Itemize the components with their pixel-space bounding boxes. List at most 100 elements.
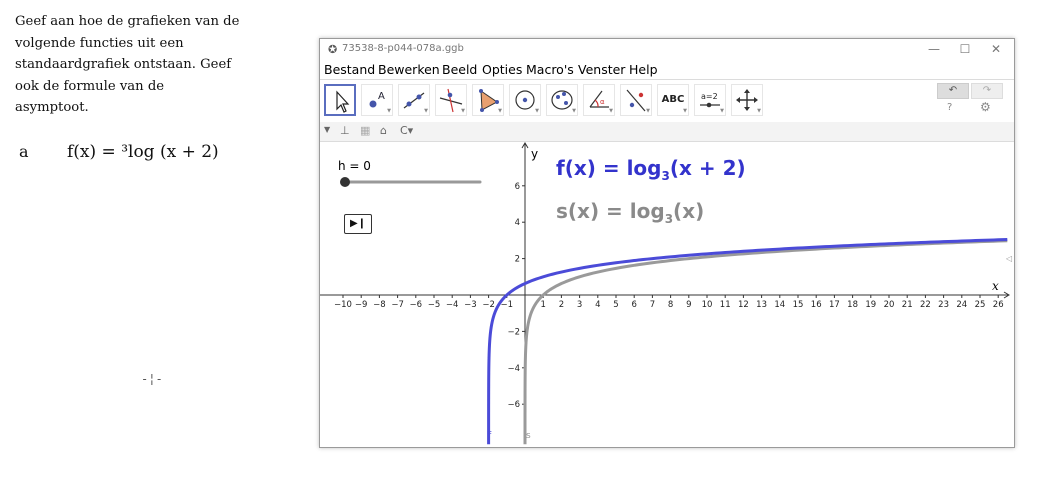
title-bar[interactable]: ✪ 73538-8-p044-078a.ggb — ☐ ✕ [320,39,1014,59]
instruction-line: standaardgrafiek ontstaan. Geef [15,57,232,72]
function-f-argument: (x + 2) [669,156,746,180]
x-tick-label: −10 [334,300,352,310]
function-s-argument: (x) [673,199,705,223]
menu-help[interactable]: Help [629,62,658,77]
menu-bar: Bestand Bewerken Beeld Opties Macro's Ve… [320,59,1014,79]
perpendicular-line-tool-button[interactable]: ▼ [435,84,467,116]
y-tick-label: −4 [507,364,520,374]
stylebar-toggle-icon[interactable]: ▼ [324,125,330,134]
reflect-tool-button[interactable]: ▼ [620,84,652,116]
submenu-arrow-icon: ▼ [609,108,613,114]
graphics-view[interactable]: x y −10 −9 −8 −7 −6 −5 −4 −3 −2 −1 1 2 3 4 5 6 7 8 9 10 11 12 13… [320,142,1014,447]
settings-gear-icon[interactable]: ⚙ [980,100,991,114]
menu-beeld[interactable]: Beeld [442,62,477,77]
undo-button[interactable]: ↶ [937,83,969,99]
submenu-arrow-icon: ▼ [683,108,687,114]
x-tick-label: 12 [738,300,749,310]
angle-tool-button[interactable]: α ▼ [583,84,615,116]
x-tick-label: 20 [884,300,895,310]
x-axis-label: x [992,279,999,293]
menu-macros[interactable]: Macro's [526,62,574,77]
conic-tool-button[interactable]: ▼ [546,84,578,116]
exercise-letter: a [19,142,29,161]
style-bar: ▼ ⊥ ▦ ⌂ C▾ [320,122,1014,142]
x-tick-label: 24 [956,300,967,310]
x-tick-label: 8 [668,300,673,310]
help-icon[interactable]: ? [947,102,952,113]
grid-toggle-icon[interactable]: ▦ [360,124,370,137]
menu-opties[interactable]: Opties [482,62,522,77]
x-tick-label: 10 [702,300,713,310]
x-tick-label: 3 [577,300,582,310]
text-tool-button[interactable]: ABC ▼ [657,84,689,116]
menu-venster[interactable]: Venster [578,62,625,77]
y-axis-label: y [531,147,538,161]
window-title: 73538-8-p044-078a.ggb [342,43,464,54]
x-tick-label: 17 [829,300,840,310]
function-f-base: 3 [661,169,670,183]
point-capture-icon[interactable]: C▾ [400,124,413,137]
close-button[interactable]: ✕ [982,40,1010,58]
axes-toggle-icon[interactable]: ⊥ [340,124,350,137]
x-tick-label: −4 [446,300,459,310]
x-tick-label: −8 [373,300,386,310]
maximize-button[interactable]: ☐ [951,40,979,58]
x-tick-label: 11 [720,300,731,310]
y-tick-label: −2 [507,327,520,337]
exercise-formula: f(x) = ³log (x + 2) [67,142,219,162]
geogebra-app-icon: ✪ [328,43,338,56]
collapse-panel-arrow-icon[interactable]: ◁ [1006,254,1012,263]
instruction-line: Geef aan hoe de grafieken van de [15,14,240,29]
x-tick-label: 6 [631,300,636,310]
text-tool-label: ABC [661,94,685,105]
curve-s [523,239,1008,445]
svg-text:a=2: a=2 [701,92,718,101]
y-tick-label: −6 [507,400,520,410]
x-tick-label: 13 [756,300,767,310]
x-tick-label: 14 [774,300,785,310]
function-s-base: 3 [664,212,674,226]
play-pause-button[interactable]: ▶❙ [344,214,372,234]
move-graphics-view-tool-button[interactable]: ▼ [731,84,763,116]
curve-s-tag: s [526,431,531,441]
minimize-button[interactable]: — [920,40,948,58]
redo-button[interactable]: ↷ [971,83,1003,99]
x-tick-label: −2 [482,300,495,310]
instruction-line: asymptoot. [15,100,89,115]
graph-canvas[interactable]: xy−10 −9 −8 −7 −6 −5 −4 −3 −2 −1 1 2 3 4 5 6 7 8 9 10 11 12 13… [320,142,1014,447]
slider-knob[interactable] [340,177,350,187]
text-cursor-icon: -¦- [141,372,163,386]
submenu-arrow-icon: ▼ [498,108,502,114]
polygon-tool-button[interactable]: ▼ [472,84,504,116]
x-tick-label: 7 [650,300,655,310]
x-tick-label: 19 [865,300,876,310]
home-icon[interactable]: ⌂ [380,124,387,137]
x-tick-label: 22 [920,300,931,310]
x-tick-label: 9 [686,300,691,310]
geogebra-window: ✪ 73538-8-p044-078a.ggb — ☐ ✕ Bestand Be… [319,38,1015,448]
point-tool-button[interactable]: A ▼ [361,84,393,116]
slider-tool-button[interactable]: a=2 ▼ [694,84,726,116]
menu-bewerken[interactable]: Bewerken [378,62,440,77]
line-tool-button[interactable]: ▼ [398,84,430,116]
function-f-prefix: f(x) = log [556,156,662,180]
x-tick-label: 4 [595,300,600,310]
instruction-text: Geef aan hoe de grafieken van de volgend… [15,11,255,119]
curve-f-tag: f [488,431,492,441]
function-f-label: f(x) = log3(x + 2) [556,156,746,183]
menu-bestand[interactable]: Bestand [324,62,375,77]
function-s-prefix: s(x) = log [556,199,665,223]
x-tick-label: −6 [410,300,423,310]
submenu-arrow-icon: ▼ [646,108,650,114]
submenu-arrow-icon: ▼ [572,108,576,114]
circle-tool-button[interactable]: ▼ [509,84,541,116]
move-tool-button[interactable] [324,84,356,116]
submenu-arrow-icon: ▼ [461,108,465,114]
instruction-line: volgende functies uit een [15,35,184,51]
slider-label-h: h = 0 [338,159,371,173]
arrow-cursor-icon [336,90,350,113]
x-tick-label: 26 [993,300,1004,310]
x-tick-label: −3 [464,300,477,310]
x-tick-label: −5 [428,300,441,310]
submenu-arrow-icon: ▼ [535,108,539,114]
